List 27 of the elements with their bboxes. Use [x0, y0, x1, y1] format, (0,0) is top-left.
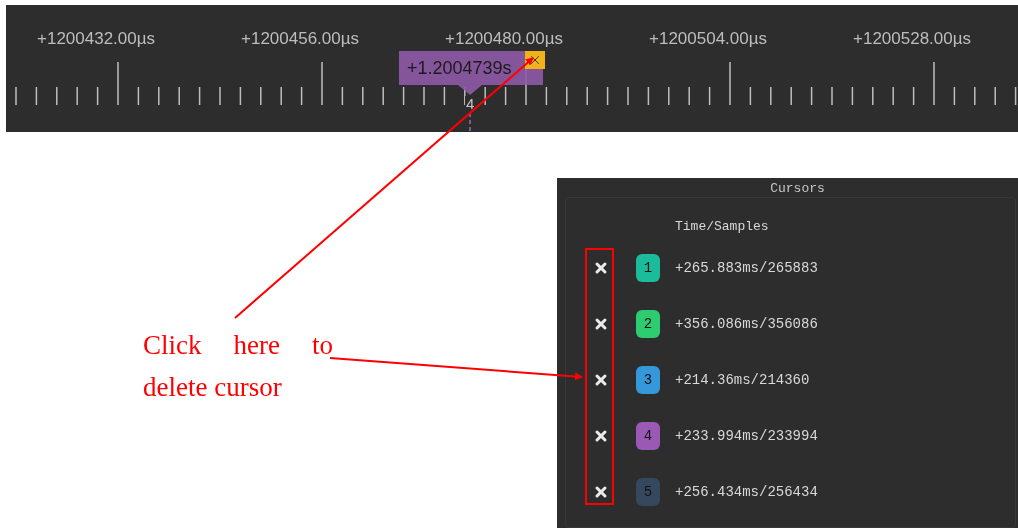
cursor-badge: 4 — [636, 422, 660, 450]
ruler-label: +1200456.00µs — [241, 29, 360, 48]
ruler-label: +1200528.00µs — [853, 29, 972, 48]
close-icon — [593, 484, 609, 500]
close-icon — [593, 372, 609, 388]
panel-title: Cursors — [770, 181, 825, 197]
cursor-time: +356.086ms/356086 — [675, 314, 818, 334]
ruler-label: +1200480.00µs — [445, 29, 564, 48]
cursor-time: +233.994ms/233994 — [675, 426, 818, 446]
annotation-text: Click here to delete cursor — [143, 329, 333, 404]
ruler-label: +1200504.00µs — [649, 29, 768, 48]
close-icon — [593, 260, 609, 276]
flag-pointer-icon — [458, 85, 482, 95]
close-icon — [593, 428, 609, 444]
cursor-time: +265.883ms/265883 — [675, 258, 818, 278]
close-icon — [593, 316, 609, 332]
cursor-badge: 1 — [636, 254, 660, 282]
cursor-badge: 2 — [636, 310, 660, 338]
cursor-time: +256.434ms/256434 — [675, 482, 818, 502]
cursor-line — [469, 113, 471, 132]
cursor-time: +214.36ms/214360 — [675, 370, 810, 390]
cursor-number: 4 — [465, 96, 476, 112]
column-header: Time/Samples — [675, 219, 769, 234]
ruler-label: +1200432.00µs — [37, 29, 156, 48]
close-icon — [528, 53, 542, 67]
cursor-badge: 5 — [636, 478, 660, 506]
cursor-badge: 3 — [636, 366, 660, 394]
